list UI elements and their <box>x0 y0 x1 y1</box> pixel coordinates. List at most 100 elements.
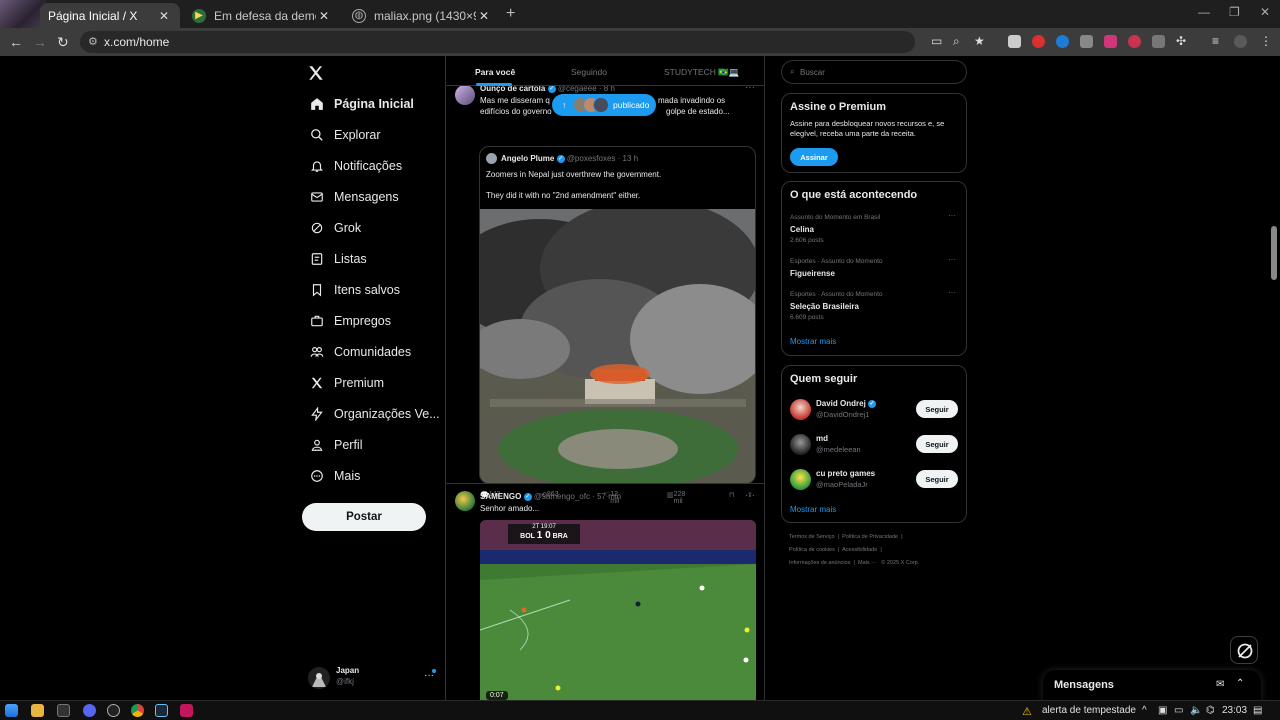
extension-pink-icon[interactable] <box>1104 35 1117 48</box>
menu-dots-icon[interactable]: ⋮ <box>1260 34 1272 48</box>
sidebar-item-organizations[interactable]: Organizações Ve... <box>308 402 440 426</box>
more-icon[interactable]: ··· <box>948 211 956 220</box>
trend-item[interactable]: Assunto do Momento em Brasil Celina 2.60… <box>782 210 966 250</box>
reload-icon[interactable]: ↻ <box>57 34 69 51</box>
extension-blue-icon[interactable] <box>1056 35 1069 48</box>
terminal-icon[interactable] <box>57 704 70 717</box>
sidebar-item-jobs[interactable]: Empregos <box>308 309 391 333</box>
trend-item[interactable]: Esportes · Assunto do Momento Seleção Br… <box>782 287 966 327</box>
quoted-tweet[interactable]: Angelo Plume ✓ @poxesfoxes · 13 h Zoomer… <box>479 146 756 484</box>
tweet[interactable]: Ounço de cartola ✓ @cegaeee · 8 h ··· Ma… <box>446 80 764 505</box>
search-input[interactable]: ⌕ Buscar <box>781 60 967 84</box>
football-video[interactable]: 2T 19:07 BOL 1 0 BRA 0:07 <box>480 520 756 720</box>
footer-link[interactable]: Acessibilidade <box>842 547 877 553</box>
messages-drawer[interactable]: Mensagens ✉ ⌃ <box>1043 670 1261 702</box>
footer-link[interactable]: Mais ··· <box>858 560 877 566</box>
sidebar-item-messages[interactable]: Mensagens <box>308 185 399 209</box>
close-icon[interactable]: ✕ <box>316 9 332 23</box>
minimize-icon[interactable]: — <box>1198 5 1210 19</box>
more-icon[interactable]: ··· <box>745 490 755 501</box>
tab-democracia[interactable]: ▶ Em defesa da democracia brasil ✕ <box>184 3 340 28</box>
weather-text[interactable]: alerta de tempestade <box>1042 705 1136 716</box>
follow-button[interactable]: Seguir <box>916 470 958 488</box>
extensions-puzzle-icon[interactable]: ✣ <box>1176 34 1186 48</box>
windows-start-icon[interactable] <box>5 704 18 717</box>
grok-floating-button[interactable] <box>1230 636 1258 664</box>
sidebar-item-bookmarks[interactable]: Itens salvos <box>308 278 400 302</box>
extension-ublock-icon[interactable] <box>1128 35 1141 48</box>
tab-studytech[interactable]: STUDYTECH 🇧🇷💻 <box>664 67 739 78</box>
new-tab-button[interactable]: + <box>506 5 515 23</box>
new-posts-pill[interactable]: ↑ publicado <box>552 94 656 116</box>
network-icon[interactable]: ▭ <box>1174 705 1183 716</box>
page-scrollbar[interactable] <box>1271 226 1277 280</box>
follow-item[interactable]: md @medeleean Seguir <box>782 431 966 461</box>
follow-button[interactable]: Seguir <box>916 435 958 453</box>
avatar[interactable] <box>455 85 475 105</box>
restore-icon[interactable]: ❐ <box>1229 5 1240 19</box>
tab-maliax[interactable]: ◍ maliax.png (1430×921) ✕ <box>344 3 500 28</box>
close-icon[interactable]: ✕ <box>156 9 172 23</box>
more-icon[interactable]: ··· <box>948 288 956 297</box>
sidebar-item-home[interactable]: Página Inicial <box>308 92 414 116</box>
footer-link[interactable]: Política de Privacidade <box>842 534 898 540</box>
sidebar-item-explore[interactable]: Explorar <box>308 123 381 147</box>
extension-qr-icon[interactable] <box>1008 35 1021 48</box>
profile-icon[interactable] <box>1234 35 1247 48</box>
x-logo-icon[interactable] <box>307 64 325 82</box>
tray-app-icon[interactable]: ▣ <box>1158 705 1167 716</box>
sidebar-item-communities[interactable]: Comunidades <box>308 340 411 364</box>
address-bar[interactable]: ⚙ x.com/home <box>80 31 915 53</box>
smoke-photo[interactable] <box>480 209 755 483</box>
sidebar-item-notifications[interactable]: Notificações <box>308 154 402 178</box>
clock[interactable]: 23:03 <box>1222 705 1247 716</box>
tab-following[interactable]: Seguindo <box>571 67 607 77</box>
extension-shield-icon[interactable] <box>1080 35 1093 48</box>
sidebar-item-more[interactable]: Mais <box>308 464 360 488</box>
forward-icon[interactable]: → <box>33 34 47 50</box>
bookmark-star-icon[interactable]: ★ <box>974 34 985 48</box>
footer-link[interactable]: Informações de anúncios <box>789 560 850 566</box>
back-icon[interactable]: ← <box>9 34 23 50</box>
trends-show-more-link[interactable]: Mostrar mais <box>790 337 836 346</box>
obs-icon[interactable] <box>107 704 120 717</box>
sidebar-item-premium[interactable]: Premium <box>308 371 384 395</box>
zoom-icon[interactable]: ⌕ <box>953 34 960 49</box>
post-button[interactable]: Postar <box>302 503 426 531</box>
site-info-icon[interactable]: ⚙ <box>88 35 98 48</box>
close-window-icon[interactable]: ✕ <box>1260 5 1270 19</box>
sidebar-item-grok[interactable]: Grok <box>308 216 361 240</box>
volume-icon[interactable]: 🔈 <box>1190 705 1202 716</box>
follow-show-more-link[interactable]: Mostrar mais <box>790 505 836 514</box>
more-icon[interactable]: ··· <box>948 255 956 264</box>
chrome-icon[interactable] <box>131 704 144 717</box>
sidebar-item-profile[interactable]: Perfil <box>308 433 362 457</box>
cast-icon[interactable]: ▭ <box>931 34 942 48</box>
reading-list-icon[interactable]: ≡ <box>1212 34 1219 48</box>
tweet[interactable]: SAMENGO ✓ @samengo_ofc · 57 min ··· Senh… <box>446 485 764 720</box>
author-name[interactable]: SAMENGO <box>480 492 521 501</box>
chevron-up-icon[interactable]: ⌃ <box>1236 678 1244 689</box>
footer-link[interactable]: Termos de Serviço <box>789 534 835 540</box>
footer-link[interactable]: Política de cookies <box>789 547 835 553</box>
follow-button[interactable]: Seguir <box>916 400 958 418</box>
close-icon[interactable]: ✕ <box>476 9 492 23</box>
sidebar-item-lists[interactable]: Listas <box>308 247 367 271</box>
follow-item[interactable]: David Ondrej ✓ @DavidOndrej1 Seguir <box>782 396 966 426</box>
notification-icon[interactable]: ▤ <box>1253 705 1262 716</box>
extension-gray-icon[interactable] <box>1152 35 1165 48</box>
subscribe-button[interactable]: Assinar <box>790 148 838 166</box>
account-switcher[interactable]: Japan @ifkj ··· <box>308 663 436 693</box>
wifi-icon[interactable]: ⌬ <box>1206 705 1215 716</box>
steam-icon[interactable] <box>155 704 168 717</box>
discord-icon[interactable] <box>83 704 96 717</box>
avatar[interactable] <box>455 491 475 511</box>
trend-item[interactable]: Esportes · Assunto do Momento Figueirens… <box>782 254 966 284</box>
tab-x-home[interactable]: Página Inicial / X ✕ <box>40 3 180 28</box>
follow-item[interactable]: cu preto games @maoPeladaJr Seguir <box>782 466 966 496</box>
file-explorer-icon[interactable] <box>31 704 44 717</box>
extension-record-icon[interactable] <box>1032 35 1045 48</box>
new-message-icon[interactable]: ✉ <box>1216 679 1224 690</box>
app-icon[interactable] <box>180 704 193 717</box>
tab-for-you[interactable]: Para você <box>475 67 515 77</box>
